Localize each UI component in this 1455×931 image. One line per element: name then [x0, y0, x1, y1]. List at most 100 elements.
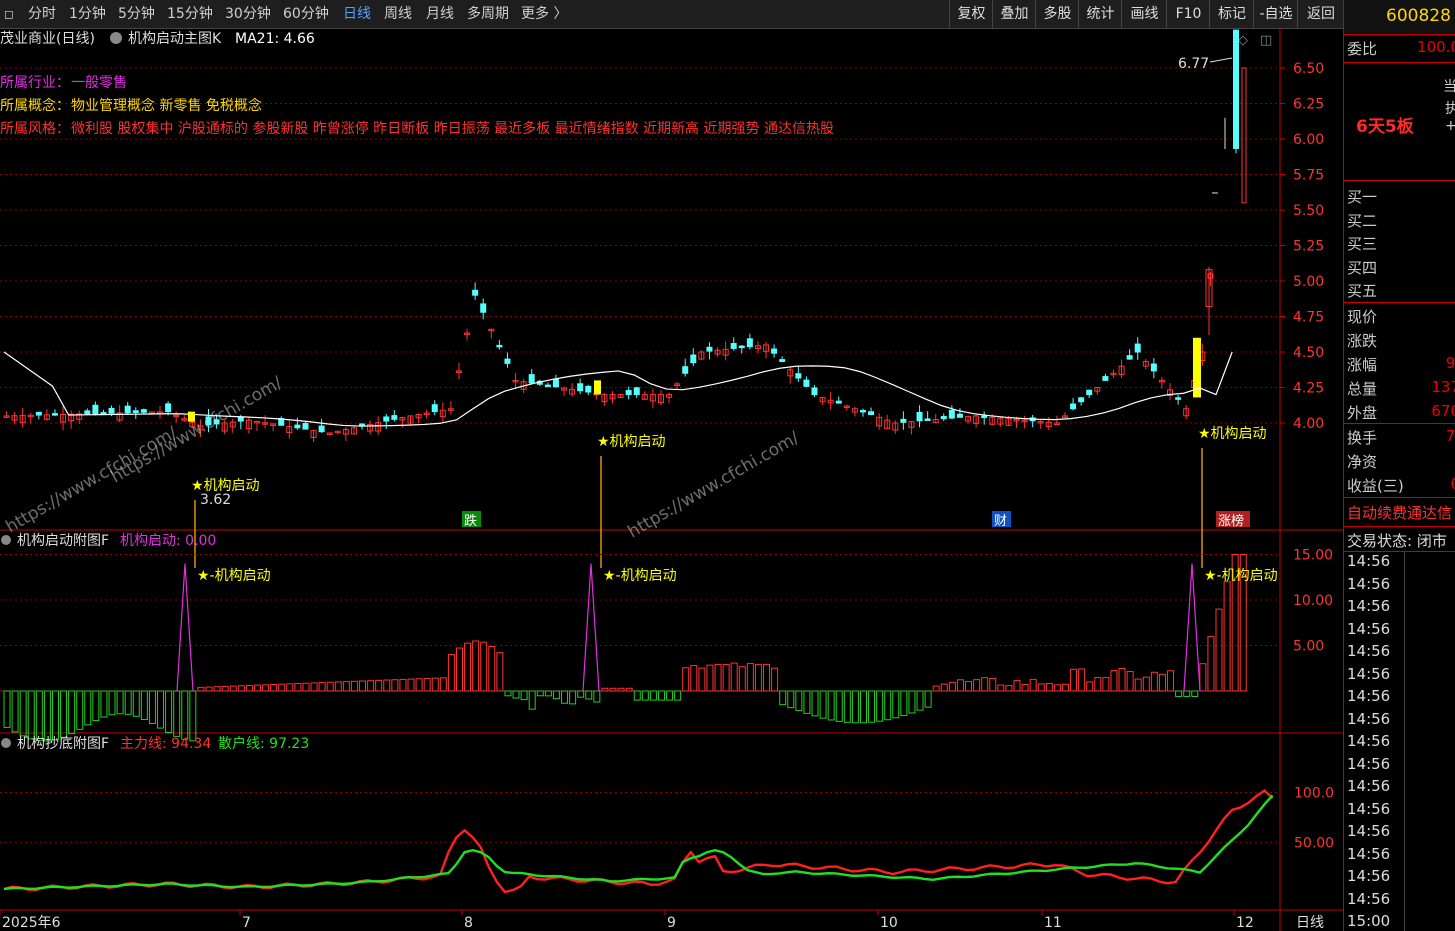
sub1-bar: [318, 682, 326, 692]
toolbar-button-8[interactable]: 返回: [1297, 0, 1344, 28]
sub1-bar: [367, 680, 375, 692]
sub1-bar: [1078, 668, 1086, 692]
stats2-value-2: 0: [1348, 475, 1455, 493]
candle-body: [496, 344, 503, 348]
toolbar-button-4[interactable]: 画线: [1121, 0, 1167, 28]
side-char-1: 当: [1443, 76, 1455, 96]
period-tab-8[interactable]: 月线: [426, 0, 454, 28]
price-tick-label: 5.25: [1293, 239, 1324, 255]
sub1-bar: [843, 690, 851, 723]
candle-body: [504, 358, 511, 364]
sub1-bar: [989, 677, 997, 692]
sub1-bar: [803, 690, 811, 714]
period-tab-0[interactable]: 分时: [28, 0, 56, 28]
sub1-bar: [431, 677, 439, 692]
high-price-pointer: [1209, 57, 1233, 63]
candle-body: [577, 383, 584, 392]
sub1-bar: [609, 687, 617, 692]
sub1-bar: [391, 679, 399, 692]
period-tab-2[interactable]: 5分钟: [118, 0, 155, 28]
candle-body: [108, 407, 115, 414]
x-axis-label: 11: [1044, 915, 1062, 931]
period-tab-9[interactable]: 多周期: [467, 0, 509, 28]
sub1-tick-label: 15.00: [1293, 548, 1333, 564]
sub1-bar: [359, 680, 367, 692]
toolbar-button-1[interactable]: 叠加: [992, 0, 1036, 28]
retail-line-label: 散户线: 97.23: [218, 735, 309, 752]
sub1-bar: [27, 690, 35, 740]
indicator-toggle-icon[interactable]: [1, 738, 11, 748]
sub1-tick-label: 5.00: [1293, 639, 1324, 655]
tick-time: 14:56: [1347, 664, 1391, 683]
sub1-bar: [1150, 671, 1158, 692]
sub1-bar: [108, 690, 116, 716]
sub1-bar: [657, 690, 665, 701]
sub1-bar: [399, 678, 407, 692]
sub1-bar: [447, 654, 455, 692]
toolbar-button-5[interactable]: F10: [1166, 0, 1210, 28]
tick-time: 14:56: [1347, 844, 1391, 863]
ma-label: MA21: 4.66: [235, 31, 315, 47]
auto-renew-notice[interactable]: 自动续费通达信: [1347, 502, 1452, 523]
toolbar-button-0[interactable]: 复权: [949, 0, 993, 28]
sub1-bar: [754, 664, 762, 692]
sub1-bar: [948, 681, 956, 692]
period-tab-10[interactable]: 更多 〉: [521, 0, 567, 28]
sub1-bar: [19, 690, 27, 737]
candle-body: [237, 416, 244, 422]
sub1-bar: [1191, 690, 1199, 697]
sub1-bar: [746, 662, 754, 692]
sub1-bar: [706, 664, 714, 692]
candle-body: [92, 404, 99, 415]
period-tab-4[interactable]: 30分钟: [225, 0, 271, 28]
candle-body: [835, 400, 842, 404]
sub1-bar: [51, 690, 59, 741]
candle-body: [811, 387, 818, 396]
tick-time: 14:56: [1347, 642, 1391, 660]
sub1-bar: [84, 690, 92, 726]
sub1-bar: [940, 683, 948, 692]
period-tab-3[interactable]: 15分钟: [167, 0, 213, 28]
price-tick-label: 4.75: [1293, 310, 1324, 326]
period-tab-1[interactable]: 1分钟: [69, 0, 106, 28]
sub1-bar: [1118, 667, 1126, 692]
period-tab-6[interactable]: 日线: [343, 0, 371, 28]
sub1-bar: [722, 663, 730, 692]
tick-time: 14:56: [1347, 709, 1391, 728]
indicator-toggle-icon[interactable]: [110, 32, 122, 44]
sub1-bar: [262, 684, 270, 692]
board-count-badge: 6天5板: [1356, 117, 1414, 137]
low-price-label: 3.62: [200, 492, 231, 508]
sub1-bar: [763, 663, 771, 692]
candle-body: [803, 379, 810, 387]
sub1-bar: [973, 679, 981, 692]
toolbar-button-2[interactable]: 多股: [1035, 0, 1079, 28]
sub1-bar: [124, 690, 132, 715]
sub1-bar: [1086, 681, 1094, 692]
candle-body: [1078, 397, 1085, 403]
tick-time: 14:56: [1347, 867, 1391, 885]
toolbar-button-6[interactable]: 标记: [1209, 0, 1254, 28]
chart-title: 茂业商业(日线): [0, 30, 95, 47]
sub1-bar: [383, 679, 391, 692]
period-tab-5[interactable]: 60分钟: [283, 0, 329, 28]
sub1-bar: [496, 652, 504, 692]
sub1-bar: [1021, 683, 1029, 692]
sub1-bar: [528, 690, 536, 710]
buy-level-4: 买四: [1347, 258, 1378, 277]
sub1-bar: [682, 667, 690, 692]
sub1-bar: [666, 690, 674, 701]
sub1-bar: [795, 690, 803, 712]
candle-body: [1134, 343, 1141, 353]
period-tab-7[interactable]: 周线: [384, 0, 412, 28]
toolbar-button-3[interactable]: 统计: [1078, 0, 1122, 28]
kline-chart[interactable]: 6.50 6.25 6.00 5.75 5.50 5.25 5.00 4.75 4.50 4.25…: [0, 28, 1343, 931]
sub1-bar: [407, 678, 415, 692]
candle-body: [294, 424, 301, 429]
toolbar-button-7[interactable]: -自选: [1253, 0, 1298, 28]
window-menu-icon[interactable]: ◻: [4, 0, 14, 28]
sub1-bar: [423, 677, 431, 692]
sub1-bar: [932, 685, 940, 692]
indicator-toggle-icon[interactable]: [1, 535, 11, 545]
candle-body: [1086, 389, 1093, 396]
